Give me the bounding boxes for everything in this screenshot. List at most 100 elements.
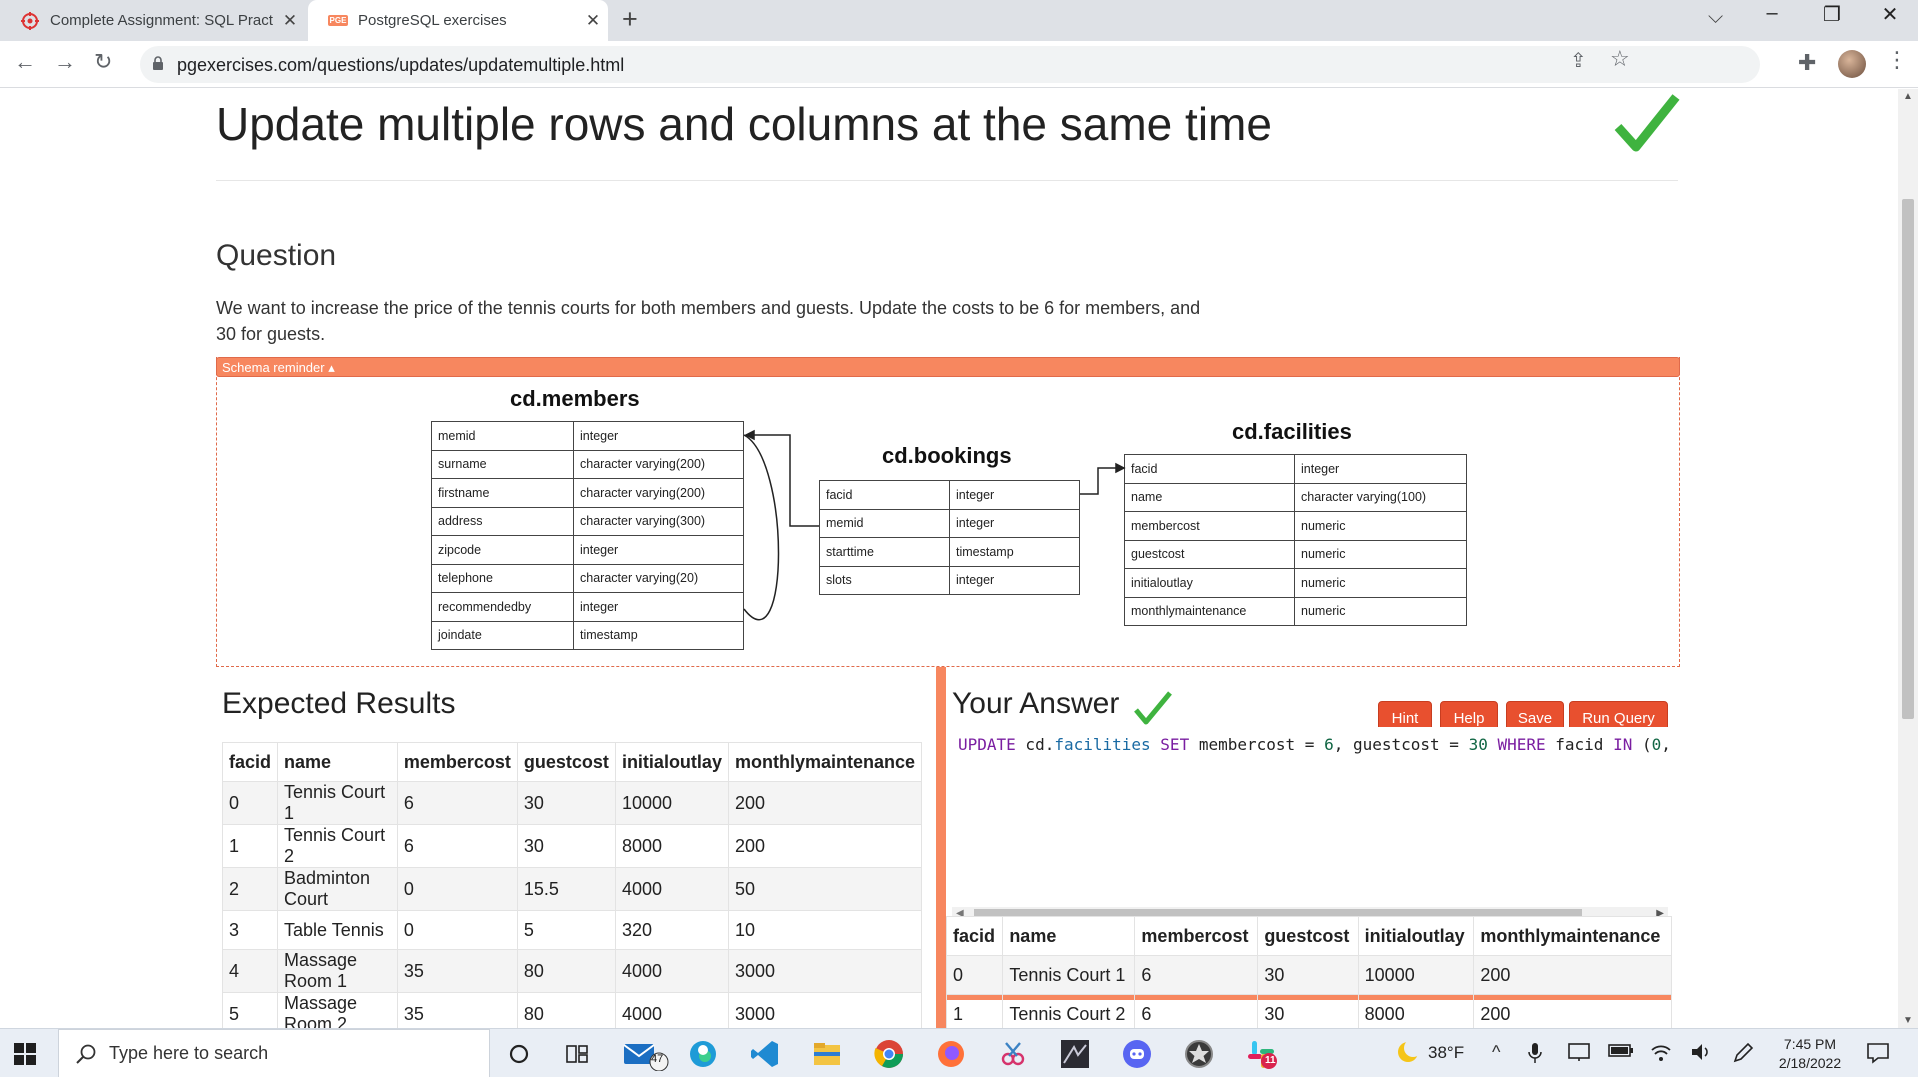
table-row: 2 Badminton Court 0 15.5 4000 50 bbox=[221, 867, 923, 911]
table-row: 5 Massage Room 2 35 80 4000 3000 bbox=[221, 992, 923, 1028]
extensions-puzzle-icon[interactable]: ✚ bbox=[1798, 50, 1816, 76]
toolbar: ← → ↻ pgexercises.com/questions/updates/… bbox=[0, 41, 1918, 88]
url-text[interactable]: pgexercises.com/questions/updates/update… bbox=[177, 55, 624, 76]
game-app-icon[interactable] bbox=[1058, 1037, 1092, 1071]
new-tab-button[interactable]: + bbox=[622, 4, 638, 35]
table-cell: 30 bbox=[516, 781, 616, 825]
tab-complete-assignment[interactable]: Complete Assignment: SQL Pract ✕ bbox=[0, 0, 305, 41]
column-header[interactable]: membercost bbox=[1134, 916, 1259, 956]
tab-close-icon[interactable]: ✕ bbox=[578, 11, 608, 31]
cortana-icon[interactable] bbox=[502, 1037, 536, 1071]
rockstar-launcher-icon[interactable] bbox=[1182, 1037, 1216, 1071]
table-cell: 200 bbox=[1473, 955, 1672, 995]
vscode-icon[interactable] bbox=[748, 1037, 782, 1071]
browser-menu-icon[interactable]: ⋮ bbox=[1886, 47, 1908, 73]
sql-token: ( bbox=[1632, 735, 1652, 754]
pane-splitter[interactable] bbox=[936, 667, 946, 1028]
table-cell: Massage Room 2 bbox=[277, 992, 398, 1028]
sql-token: , guestcost = bbox=[1333, 735, 1469, 754]
display-settings-icon[interactable] bbox=[1568, 1042, 1590, 1067]
column-header[interactable]: initialoutlay bbox=[614, 742, 729, 782]
chrome-icon[interactable] bbox=[872, 1037, 906, 1071]
file-explorer-icon[interactable] bbox=[810, 1037, 844, 1071]
windows-start-icon[interactable] bbox=[14, 1043, 36, 1065]
table-cell: 30 bbox=[1257, 994, 1359, 1028]
show-hidden-icons-chevron-icon[interactable]: ^ bbox=[1492, 1042, 1500, 1063]
slack-badge: 11 bbox=[1265, 1055, 1276, 1066]
table-cell: 2 bbox=[221, 867, 279, 911]
battery-icon[interactable] bbox=[1608, 1042, 1634, 1063]
table-cell: Table Tennis bbox=[277, 910, 398, 950]
forward-arrow-icon[interactable]: → bbox=[54, 49, 76, 75]
column-header[interactable]: initialoutlay bbox=[1357, 916, 1475, 956]
taskbar-clock[interactable]: 7:45 PM 2/18/2022 bbox=[1770, 1035, 1850, 1073]
tab-title: PostgreSQL exercises bbox=[358, 12, 507, 29]
edge-browser-icon[interactable] bbox=[686, 1037, 720, 1071]
table-cell: 3 bbox=[221, 910, 279, 950]
pen-workspace-icon[interactable] bbox=[1732, 1042, 1754, 1069]
table-cell: 80 bbox=[516, 992, 616, 1028]
wifi-icon[interactable] bbox=[1650, 1042, 1672, 1067]
tab-postgresql-exercises[interactable]: PGE PostgreSQL exercises ✕ bbox=[308, 0, 608, 41]
column-header[interactable]: membercost bbox=[396, 742, 518, 782]
close-window-icon[interactable]: ✕ bbox=[1862, 2, 1918, 27]
table-cell: 4000 bbox=[614, 949, 729, 993]
scroll-down-icon[interactable]: ▼ bbox=[1903, 1015, 1913, 1026]
column-header[interactable]: monthlymaintenance bbox=[1473, 916, 1672, 956]
table-cell: 6 bbox=[396, 824, 518, 868]
sql-token: , bbox=[1661, 735, 1670, 754]
profile-avatar[interactable] bbox=[1838, 50, 1866, 78]
slack-icon[interactable]: 11 bbox=[1244, 1037, 1278, 1071]
scroll-up-icon[interactable]: ▲ bbox=[1903, 91, 1913, 102]
mail-badge: 47 bbox=[651, 1053, 664, 1065]
tab-strip: Complete Assignment: SQL Pract ✕ PGE Pos… bbox=[0, 0, 1918, 41]
tab-close-icon[interactable]: ✕ bbox=[275, 11, 305, 31]
share-icon[interactable]: ⇪ bbox=[1570, 48, 1587, 73]
table-cell: 0 bbox=[396, 910, 518, 950]
weather-moon-icon[interactable] bbox=[1396, 1039, 1422, 1069]
table-cell: 80 bbox=[516, 949, 616, 993]
table-cell: 5 bbox=[516, 910, 616, 950]
snip-tool-icon[interactable] bbox=[996, 1037, 1030, 1071]
weather-temperature[interactable]: 38°F bbox=[1428, 1043, 1464, 1063]
address-bar[interactable]: pgexercises.com/questions/updates/update… bbox=[140, 46, 1760, 83]
table-cell: Tennis Court 1 bbox=[277, 781, 398, 825]
sql-editor[interactable]: UPDATE cd.facilities SET membercost = 6,… bbox=[948, 727, 1670, 899]
table-cell: Tennis Court 2 bbox=[1002, 994, 1136, 1028]
column-header[interactable]: monthlymaintenance bbox=[727, 742, 923, 782]
reload-icon[interactable]: ↻ bbox=[94, 49, 112, 75]
bookmark-star-icon[interactable]: ☆ bbox=[1610, 46, 1630, 72]
lock-icon bbox=[153, 56, 163, 70]
discord-icon[interactable] bbox=[1120, 1037, 1154, 1071]
clock-time: 7:45 PM bbox=[1783, 1036, 1837, 1052]
taskbar-search-box[interactable]: Type here to search bbox=[58, 1029, 490, 1077]
table-row: 1 Tennis Court 2 6 30 8000 200 bbox=[945, 994, 1672, 1028]
column-header[interactable]: guestcost bbox=[516, 742, 616, 782]
mail-icon[interactable]: 47 bbox=[622, 1037, 672, 1071]
task-view-icon[interactable] bbox=[560, 1037, 594, 1071]
table-row: 0 Tennis Court 1 6 30 10000 200 bbox=[945, 955, 1672, 995]
table-cell: 3000 bbox=[727, 992, 923, 1028]
tab-search-chevron-icon[interactable]: ⌵ bbox=[1708, 6, 1723, 29]
column-header[interactable]: name bbox=[1002, 916, 1136, 956]
speaker-icon[interactable] bbox=[1690, 1042, 1712, 1067]
table-row: 4 Massage Room 1 35 80 4000 3000 bbox=[221, 949, 923, 993]
table-cell: 6 bbox=[1134, 955, 1259, 995]
pge-favicon-icon: PGE bbox=[327, 15, 349, 26]
column-header[interactable]: guestcost bbox=[1257, 916, 1359, 956]
back-arrow-icon[interactable]: ← bbox=[14, 49, 36, 75]
sql-token: facid bbox=[1545, 735, 1614, 754]
restore-icon[interactable]: ❐ bbox=[1804, 2, 1860, 27]
scrollbar-thumb[interactable] bbox=[1902, 199, 1914, 719]
notification-center-icon[interactable] bbox=[1866, 1042, 1890, 1064]
microphone-icon[interactable] bbox=[1528, 1042, 1542, 1069]
table-cell: 4 bbox=[221, 949, 279, 993]
column-header[interactable]: name bbox=[277, 742, 398, 782]
column-header[interactable]: facid bbox=[945, 916, 1004, 956]
firefox-icon[interactable] bbox=[934, 1037, 968, 1071]
sql-code[interactable]: UPDATE cd.facilities SET membercost = 6,… bbox=[958, 735, 1670, 754]
minimize-icon[interactable]: – bbox=[1744, 2, 1800, 25]
page-vertical-scrollbar[interactable]: ▲ ▼ bbox=[1898, 89, 1918, 1028]
column-header[interactable]: facid bbox=[221, 742, 279, 782]
table-cell: 0 bbox=[945, 955, 1004, 995]
